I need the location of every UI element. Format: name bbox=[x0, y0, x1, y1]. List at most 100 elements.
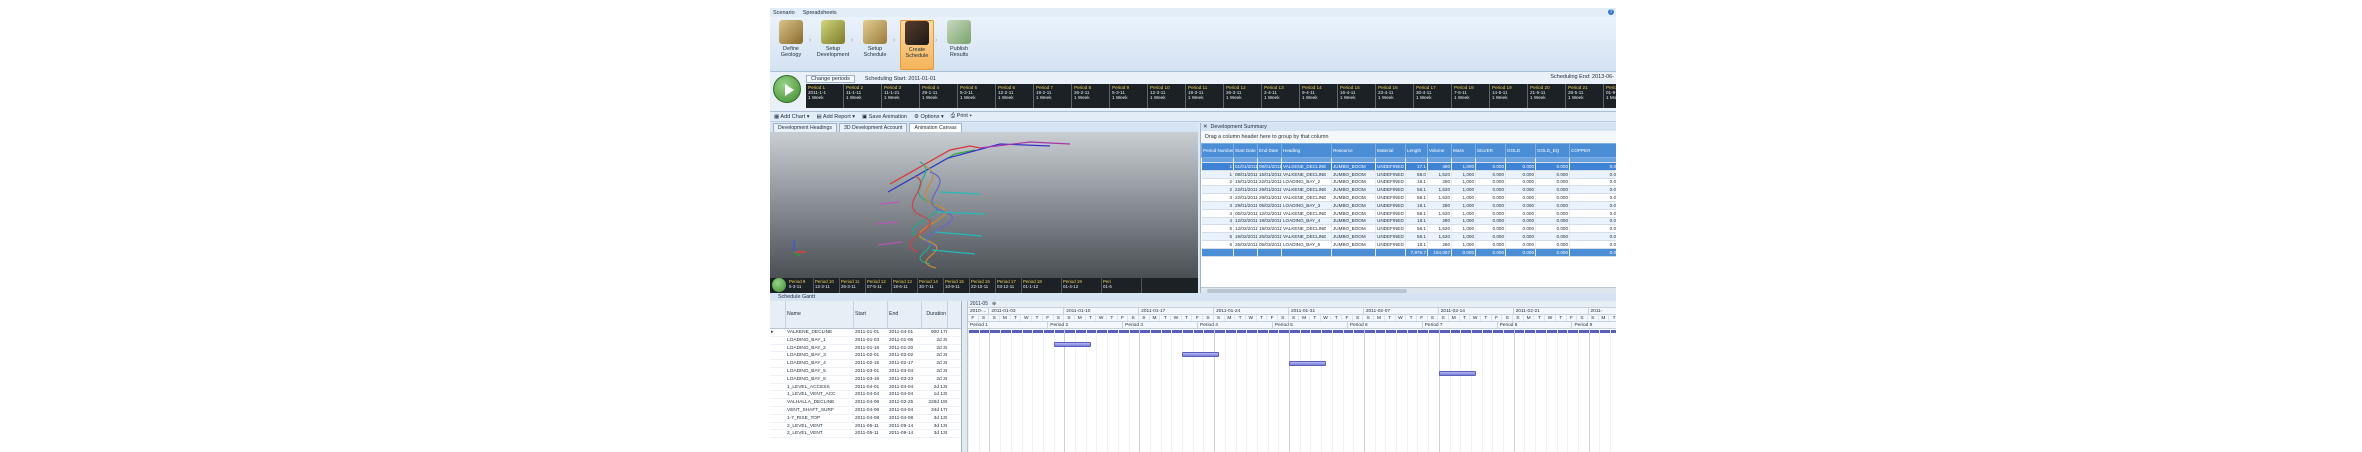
column-header[interactable]: GOLD_EQ bbox=[1535, 143, 1570, 158]
period-cell[interactable]: Period 8 26-2-11 1 Week bbox=[1072, 84, 1110, 108]
task-bar[interactable] bbox=[1182, 351, 1220, 357]
task-column-header[interactable] bbox=[770, 301, 786, 328]
period-cell[interactable]: Period 20 21-5-11 1 Week bbox=[1528, 84, 1566, 108]
table-row[interactable]: 3 29/01/2011 05/02/2011 LOADING_BAY_3 JUMBO_… bbox=[1201, 201, 1616, 210]
viewport-period-cell[interactable]: Period 17 03-12-11 bbox=[996, 278, 1022, 293]
task-column-header[interactable]: Start bbox=[854, 301, 888, 328]
task-bar[interactable] bbox=[1053, 341, 1092, 347]
column-header[interactable]: Heading bbox=[1281, 143, 1332, 158]
print-button[interactable]: ⎙ Print ▾ bbox=[951, 113, 972, 120]
table-row[interactable]: 1 08/01/2011 15/01/2011 VALKENE_DECLINE JUMB… bbox=[1201, 170, 1616, 179]
viewport-period-cell[interactable]: Period 9 5-3-11 bbox=[788, 278, 814, 293]
define-geology-button[interactable]: Define Geology bbox=[774, 20, 808, 70]
create-schedule-button[interactable]: Create Schedule bbox=[900, 20, 934, 70]
task-row[interactable]: VENT_SHAFT_SURF 2011-04-06 2011-04-04 34d 1… bbox=[770, 407, 961, 415]
column-header[interactable]: GOLD bbox=[1505, 143, 1536, 158]
setup-schedule-button[interactable]: Setup Schedule bbox=[858, 20, 892, 70]
development-grid[interactable]: Period Number Start Date End Date Heading Re… bbox=[1201, 143, 1616, 257]
task-row[interactable]: LOADING_BAY_3 2011-02-01 2011-02-02 2d 3t bbox=[770, 352, 961, 361]
task-row[interactable]: LOADING_BAY_4 2011-02-15 2011-02-17 2d 3t bbox=[770, 360, 961, 368]
task-row[interactable]: 1_LEVEL_VENT_ACC 2011-04-04 2011-04-04 1d 1… bbox=[770, 391, 961, 400]
gantt-task-list[interactable]: Name Start End Duration ▸ VALKENE_DECLINE 201… bbox=[770, 301, 962, 452]
column-header[interactable]: Mass bbox=[1451, 143, 1476, 158]
period-cell[interactable]: Period 11 19-3-11 1 Week bbox=[1186, 84, 1224, 108]
period-cell[interactable]: Period 19 14-5-11 1 Week bbox=[1490, 84, 1528, 108]
table-row[interactable]: 6 26/02/2011 05/03/2011 LOADING_BAY_5 JUMBO_… bbox=[1201, 240, 1616, 249]
viewport-period-cell[interactable]: Period 13 18-6-11 bbox=[892, 278, 918, 293]
period-cell[interactable]: Period 5 5-2-11 1 Week bbox=[958, 84, 996, 108]
viewport-period-cell[interactable]: Period 18 01-1-12 bbox=[1022, 278, 1062, 293]
viewport-period-cell[interactable]: Peri 01-6 bbox=[1102, 278, 1142, 293]
period-cell[interactable]: Period 14 9-4-11 1 Week bbox=[1300, 84, 1338, 108]
period-cell[interactable]: Period 6 12-2-11 1 Week bbox=[996, 84, 1034, 108]
viewport-period-cell[interactable]: Period 11 26-3-11 bbox=[840, 278, 866, 293]
add-chart-button[interactable]: ▦ Add Chart ▾ bbox=[774, 114, 809, 120]
table-row[interactable]: 5 12/02/2011 19/02/2011 VALKENE_DECLINE JUMB… bbox=[1201, 224, 1616, 234]
close-icon[interactable]: ✕ bbox=[1203, 123, 1208, 131]
column-header[interactable]: Period Number bbox=[1201, 143, 1234, 158]
task-column-header[interactable]: Name bbox=[786, 301, 854, 328]
setup-development-button[interactable]: Setup Development bbox=[816, 20, 850, 70]
table-row[interactable]: 4 12/02/2011 19/02/2011 LOADING_BAY_4 JUMBO_… bbox=[1201, 217, 1616, 226]
period-timeline[interactable]: Period 1 2011-1-1 1 Week Period 2 11-1-11 1 W… bbox=[806, 84, 1616, 108]
period-cell[interactable]: Period 7 19-2-11 1 Week bbox=[1034, 84, 1072, 108]
column-header[interactable]: Length bbox=[1405, 143, 1428, 158]
viewport-period-cell[interactable]: Period 15 10-9-11 bbox=[944, 278, 970, 293]
task-column-header[interactable]: Duration bbox=[922, 301, 948, 328]
task-bar[interactable] bbox=[1438, 371, 1477, 377]
column-header[interactable]: Volume bbox=[1427, 143, 1452, 158]
table-row[interactable]: 4 05/02/2011 12/02/2011 VALKENE_DECLINE JUMB… bbox=[1201, 209, 1616, 218]
column-header[interactable]: End Date bbox=[1257, 143, 1282, 158]
play-animation-button[interactable] bbox=[772, 278, 786, 292]
period-cell[interactable]: Period 9 5-3-11 1 Week bbox=[1110, 84, 1148, 108]
period-cell[interactable]: Period 2 11-1-11 1 Week bbox=[844, 84, 882, 108]
period-cell[interactable]: Period 4 29-1-11 1 Week bbox=[920, 84, 958, 108]
column-header[interactable]: Start Date bbox=[1233, 143, 1258, 158]
task-row[interactable]: ▸ VALKENE_DECLINE 2011-01-01 2011-04-01 900 … bbox=[770, 329, 961, 337]
task-row[interactable]: VALHALLA_DECLINE 2011-04-06 2011-02-25 226d… bbox=[770, 399, 961, 407]
period-cell[interactable]: Period 18 7-5-11 1 Week bbox=[1452, 84, 1490, 108]
table-row[interactable]: 2 22/01/2011 29/01/2011 VALKENE_DECLINE JUMB… bbox=[1201, 185, 1616, 195]
viewport-period-cell[interactable]: Period 14 30-7-11 bbox=[918, 278, 944, 293]
period-cell[interactable]: Period 17 30-4-11 1 Week bbox=[1414, 84, 1452, 108]
column-header[interactable]: COPPER bbox=[1569, 143, 1616, 158]
period-cell[interactable]: Period 1 2011-1-1 1 Week bbox=[806, 84, 844, 108]
viewport-period-cell[interactable]: Period 12 07-5-11 bbox=[866, 278, 892, 293]
viewport-period-cell[interactable]: Period 10 12-3-11 bbox=[814, 278, 840, 293]
menu-scenario[interactable]: Scenario bbox=[773, 10, 795, 16]
period-cell[interactable]: Period 3 11-1-21 1 Week bbox=[882, 84, 920, 108]
viewport-period-cell[interactable]: Period 16 22-10-11 bbox=[970, 278, 996, 293]
task-row[interactable]: 1_LEVEL_ACCESS 2011-04-01 2011-04-04 2d 13t bbox=[770, 384, 961, 392]
tab-animation-canvas[interactable]: Animation Canvas bbox=[909, 123, 962, 132]
group-by-hint[interactable]: Drag a column header here to group by th… bbox=[1201, 131, 1616, 143]
task-row[interactable]: LOADING_BAY_1 2011-01-03 2011-01-06 2d 3t bbox=[770, 337, 961, 345]
period-cell[interactable]: Period 15 16-4-11 1 Week bbox=[1338, 84, 1376, 108]
period-cell[interactable]: Period 13 2-4-11 1 Week bbox=[1262, 84, 1300, 108]
3d-viewport[interactable] bbox=[770, 132, 1198, 278]
zoom-icon[interactable]: ⊕ bbox=[992, 301, 996, 307]
viewport-period-cell[interactable]: Period 19 01-4-12 bbox=[1062, 278, 1102, 293]
publish-results-button[interactable]: Publish Results bbox=[942, 20, 976, 70]
task-row[interactable]: 2_LEVEL_VENT 2011-05-11 2011-09-14 3d 13t bbox=[770, 430, 961, 439]
add-report-button[interactable]: ▤ Add Report ▾ bbox=[816, 114, 855, 120]
menu-spreadsheets[interactable]: Spreadsheets bbox=[803, 10, 837, 16]
task-row[interactable]: LOADING_BAY_5 2011-03-01 2011-03-04 2d 3t bbox=[770, 368, 961, 376]
column-header[interactable]: Material bbox=[1375, 143, 1406, 158]
task-row[interactable]: 2_LEVEL_VENT 2011-05-11 2011-09-14 3d 13t bbox=[770, 423, 961, 431]
table-row[interactable]: 2 15/01/2011 22/01/2011 LOADING_BAY_2 JUMBO_… bbox=[1201, 178, 1616, 187]
table-row[interactable]: 3 22/01/2011 29/01/2011 VALKENE_DECLINE JUMB… bbox=[1201, 193, 1616, 202]
help-icon[interactable]: ? bbox=[1608, 9, 1614, 15]
period-cell[interactable]: Period 16 23-4-11 1 Week bbox=[1376, 84, 1414, 108]
play-schedule-button[interactable] bbox=[773, 75, 801, 103]
save-animation-button[interactable]: ▣ Save Animation bbox=[862, 114, 907, 120]
period-cell[interactable]: Period 21 28-5-11 1 Week bbox=[1566, 84, 1604, 108]
tab-development-headings[interactable]: Development Headings bbox=[773, 123, 837, 132]
task-row[interactable]: LOADING_BAY_2 2011-01-16 2011-01-20 2d 3t bbox=[770, 345, 961, 353]
table-row[interactable]: 1 01/01/2011 09/01/2011 VALKENE_DECLINE JUMB… bbox=[1201, 162, 1616, 171]
change-periods-button[interactable]: Change periods bbox=[806, 74, 855, 83]
column-header[interactable]: Resource bbox=[1331, 143, 1376, 158]
task-column-header[interactable]: End bbox=[888, 301, 922, 328]
tab-3d-development[interactable]: 3D Development Account bbox=[838, 123, 908, 132]
column-header[interactable]: SILVER bbox=[1475, 143, 1506, 158]
options-button[interactable]: ⚙ Options ▾ bbox=[914, 114, 944, 120]
